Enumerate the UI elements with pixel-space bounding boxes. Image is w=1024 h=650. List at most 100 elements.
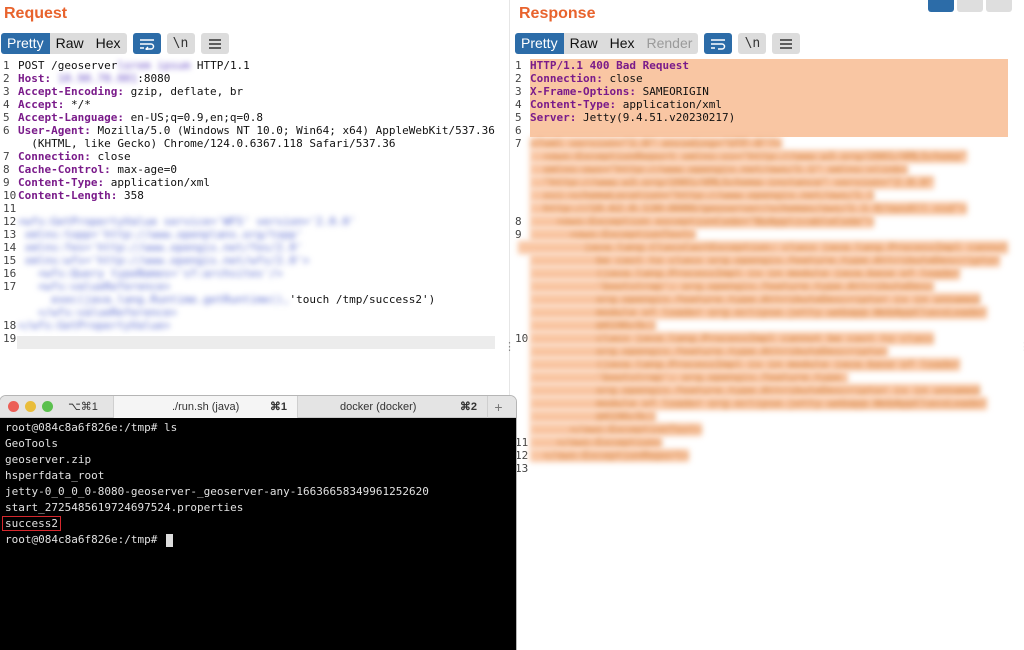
line-number <box>2 306 18 319</box>
request-editor[interactable]: 1 POST /geoserverlorem ipsum HTTP/1.1 2 Hos… <box>2 59 502 345</box>
line-number: 5 <box>515 111 522 124</box>
layout-tabs-button[interactable] <box>986 0 1012 12</box>
response-tab-render[interactable]: Render <box>640 33 699 54</box>
redacted-text: <ows:ExceptionReport xmlns:xs="http://ww… <box>530 150 968 163</box>
redacted-text: <wfs:valueReference> <box>18 280 171 293</box>
header-value: application/xml <box>616 98 723 111</box>
redacted-text: <wfs:Query typeNames='sf:archsites'/> <box>18 267 283 280</box>
response-scroll-handle[interactable]: ⋮ <box>1019 340 1024 353</box>
line-content: </ows:Exception> <box>530 436 1008 449</box>
response-tab-hex[interactable]: Hex <box>603 33 641 54</box>
code-line: 4 Accept: */* <box>2 98 502 111</box>
close-window-icon[interactable] <box>8 401 19 412</box>
terminal-line: jetty-0_0_0_0-8080-geoserver-_geoserver-… <box>5 485 429 498</box>
header-name: Connection: <box>18 150 91 163</box>
request-tab-hex[interactable]: Hex <box>89 33 127 54</box>
line-number: 4 <box>515 98 522 111</box>
response-tab-raw[interactable]: Raw <box>563 33 604 54</box>
redacted-text: xmlns:fes='http://www.opengis.net/fes/2.… <box>18 241 303 254</box>
line-content: </wfs:GetPropertyValue> <box>18 319 170 332</box>
layout-toggle[interactable] <box>928 0 1012 12</box>
code-line: xsi:schemaLocation="http://www.opengis.n… <box>514 189 1008 202</box>
redacted-text: java.lang.ClassCastException: class java… <box>517 241 1008 254</box>
request-show-newlines-button[interactable]: \n <box>166 33 195 54</box>
redacted-text: xsi:schemaLocation="http://www.opengis.n… <box>530 189 875 202</box>
line-content: org.opengis.feature.type.AttributeDescri… <box>530 293 1008 306</box>
response-title: Response <box>519 5 596 22</box>
line-number <box>514 202 530 215</box>
redacted-text: "http://www.w3.org/2001/XMLSchema-instan… <box>530 176 934 189</box>
header-name: Accept-Language: <box>18 111 124 124</box>
line-number: 1 <box>515 59 522 72</box>
line-content: <ows:ExceptionText> <box>530 228 1008 241</box>
line-number: 4 <box>3 98 10 111</box>
request-wrap-lines-icon[interactable] <box>132 33 161 54</box>
code-line: 1 HTTP/1.1 400 Bad Request <box>514 59 1008 72</box>
line-text: :8080 <box>137 72 171 85</box>
request-tab-raw[interactable]: Raw <box>49 33 90 54</box>
line-content: Content-Length: 358 <box>18 189 144 202</box>
line-content: HTTP/1.1 400 Bad Request <box>530 59 1008 72</box>
line-number: 17 <box>3 280 17 293</box>
code-line: 3 Accept-Encoding: gzip, deflate, br <box>2 85 502 98</box>
redacted-text: org.opengis.feature.type.AttributeDescri… <box>530 384 981 397</box>
line-content: </ows:ExceptionText> <box>530 423 1008 436</box>
line-number: 14 <box>3 241 17 254</box>
response-tab-pretty[interactable]: Pretty <box>515 33 564 54</box>
line-number <box>514 319 530 332</box>
response-menu-icon[interactable] <box>772 33 801 54</box>
code-line: </ows:ExceptionText> <box>514 423 1008 436</box>
header-name: Content-Length: <box>18 189 118 202</box>
code-line: 5 Server: Jetty(9.4.51.v20230217) <box>514 111 1008 124</box>
request-toolbar: Pretty Raw Hex \n <box>1 33 229 54</box>
code-line: 11 <box>2 202 502 215</box>
terminal-tab-hotkey[interactable]: ⌥⌘1 <box>53 396 113 418</box>
redacted-text: 'bootstrap'; org.opengis.feature.type. <box>530 371 848 384</box>
line-number: 8 <box>3 163 10 176</box>
zoom-window-icon[interactable] <box>42 401 53 412</box>
response-wrap-lines-icon[interactable] <box>704 33 733 54</box>
line-content: xmlns:fes='http://www.opengis.net/fes/2.… <box>18 241 303 254</box>
terminal-output[interactable]: root@084c8a6f826e:/tmp# ls GeoTools geoser… <box>0 418 516 650</box>
response-viewer[interactable]: 1 HTTP/1.1 400 Bad Request 2 Connection: cl… <box>514 59 1008 475</box>
layout-stacked-button[interactable] <box>957 0 983 12</box>
code-line: "http://www.w3.org/2001/XMLSchema-instan… <box>514 176 1008 189</box>
header-name: User-Agent: <box>18 124 91 137</box>
line-content: org.opengis.feature.type.AttributeDescri… <box>530 384 1008 397</box>
terminal-line: success2 <box>2 516 516 532</box>
new-tab-button[interactable]: + <box>487 396 509 418</box>
redacted-text: module of loader org.eclipse.jetty.webap… <box>530 397 987 410</box>
line-number: 10 <box>515 332 529 345</box>
header-name: Accept-Encoding: <box>18 85 124 98</box>
line-content: Content-Type: application/xml <box>530 98 1008 111</box>
code-line: 2 Host: 10.90.70.001:8080 <box>2 72 502 85</box>
request-tab-pretty[interactable]: Pretty <box>1 33 50 54</box>
response-show-newlines-button[interactable]: \n <box>738 33 767 54</box>
code-line: (java.lang.ProcessImpl is in module java… <box>514 267 1008 280</box>
redacted-text: </ows:Exception> <box>530 436 663 449</box>
header-value: Mozilla/5.0 (Windows NT 10.0; Win64; x64… <box>90 124 495 137</box>
tab-shortcut-label: ⌥⌘1 <box>68 401 98 413</box>
header-value: SAMEORIGIN <box>635 85 709 98</box>
line-number <box>514 150 530 163</box>
terminal-tab-docker[interactable]: docker (docker) ⌘2 <box>297 396 487 418</box>
layout-side-by-side-button[interactable] <box>928 0 954 12</box>
line-text: HTTP/1.1 <box>190 59 250 72</box>
code-line: 5 Accept-Language: en-US;q=0.9,en;q=0.8 <box>2 111 502 124</box>
request-menu-icon[interactable] <box>200 33 229 54</box>
code-line: 'bootstrap'; org.opengis.feature.type.At… <box>514 280 1008 293</box>
line-number <box>514 410 530 423</box>
code-line: module of loader org.eclipse.jetty.webap… <box>514 306 1008 319</box>
header-name: Server: <box>530 111 577 124</box>
line-number: 9 <box>515 228 522 241</box>
code-line: 6 User-Agent: Mozilla/5.0 (Windows NT 10.… <box>2 124 502 137</box>
code-line: module of loader org.eclipse.jetty.webap… <box>514 397 1008 410</box>
code-line: @4196c9c) <box>514 410 1008 423</box>
terminal-tab-run-sh[interactable]: ./run.sh (java) ⌘1 <box>113 396 297 418</box>
code-line: 12 </ows:ExceptionReport> <box>514 449 1008 462</box>
code-line: 18 </wfs:GetPropertyValue> <box>2 319 502 332</box>
code-line: 14 xmlns:fes='http://www.opengis.net/fes… <box>2 241 502 254</box>
line-content: Server: Jetty(9.4.51.v20230217) <box>530 111 1008 124</box>
line-content: exec(java.lang.Runtime.getRuntime(),'tou… <box>18 293 435 306</box>
minimize-window-icon[interactable] <box>25 401 36 412</box>
